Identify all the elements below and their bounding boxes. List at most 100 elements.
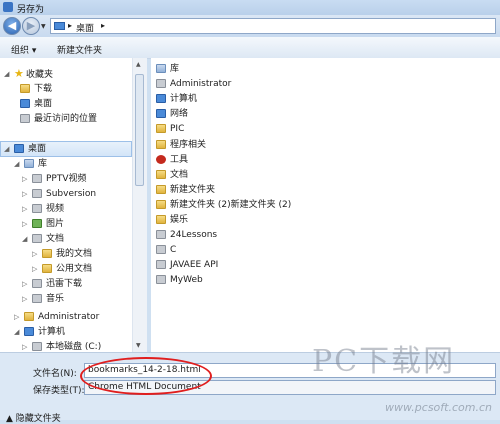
nav-item-local-disk[interactable]: ▷ 本地磁盘 (C:) bbox=[22, 340, 101, 352]
nav-scrollbar[interactable]: ▲ ▼ bbox=[132, 58, 147, 352]
chevron-right-icon[interactable]: ▸ bbox=[68, 21, 72, 30]
folder-icon bbox=[156, 169, 166, 179]
item-icon bbox=[156, 94, 166, 104]
library-icon bbox=[24, 159, 34, 168]
videos-icon bbox=[32, 204, 42, 213]
breadcrumb[interactable]: ▸ 桌面 ▸ bbox=[50, 18, 496, 34]
collapse-icon[interactable]: ◢ bbox=[14, 157, 19, 171]
subversion-icon bbox=[32, 189, 42, 198]
app-icon bbox=[3, 2, 13, 12]
scrollbar-thumb[interactable] bbox=[135, 74, 144, 186]
file-name: 新建文件夹 bbox=[170, 184, 216, 195]
folder-icon bbox=[42, 249, 52, 258]
item-icon bbox=[156, 260, 166, 270]
video-library-icon bbox=[32, 174, 42, 183]
navigation-pane[interactable]: ◢ ★ 收藏夹 下载 桌面 最近访问的位置 ◢ 桌面 ◢ 库 ▷ PPTV视频 ▷… bbox=[0, 58, 147, 352]
nav-item-administrator[interactable]: ▷ Administrator bbox=[14, 310, 99, 324]
nav-item-desktop[interactable]: 桌面 bbox=[20, 97, 52, 111]
nav-favorites[interactable]: ◢ ★ 收藏夹 bbox=[4, 67, 53, 81]
file-list-item[interactable]: 库 bbox=[156, 62, 179, 76]
nav-desktop-root[interactable]: ◢ 桌面 bbox=[4, 142, 46, 156]
folder-icon bbox=[156, 184, 166, 194]
new-folder-button[interactable]: 新建文件夹 bbox=[57, 43, 102, 56]
organize-button[interactable]: 组织 ▾ bbox=[11, 43, 36, 56]
expand-icon[interactable]: ▷ bbox=[32, 247, 37, 261]
nav-item-downloads[interactable]: 下载 bbox=[20, 82, 52, 96]
recent-places-icon bbox=[20, 114, 30, 123]
file-list-item[interactable]: 新建文件夹 bbox=[156, 183, 215, 197]
item-icon bbox=[156, 275, 166, 285]
collapse-icon[interactable]: ◢ bbox=[22, 232, 27, 246]
nav-label: PPTV视频 bbox=[46, 174, 87, 184]
breadcrumb-location[interactable]: 桌面 bbox=[76, 21, 94, 34]
history-dropdown-icon[interactable]: ▼ bbox=[41, 23, 46, 30]
folder-icon bbox=[156, 215, 166, 224]
nav-library[interactable]: ◢ 库 bbox=[14, 157, 47, 171]
file-name: 计算机 bbox=[170, 94, 198, 105]
nav-label: 计算机 bbox=[38, 327, 66, 337]
file-list-item[interactable]: 新建文件夹 (2)新建文件夹 (2) bbox=[156, 198, 291, 212]
nav-item-my-documents[interactable]: ▷ 我的文档 bbox=[32, 247, 92, 261]
nav-item-music[interactable]: ▷ 音乐 bbox=[22, 292, 64, 306]
forward-arrow-icon[interactable]: ▶ bbox=[22, 17, 40, 35]
downloads-icon bbox=[20, 84, 30, 93]
scroll-down-icon[interactable]: ▼ bbox=[136, 342, 141, 349]
file-list-item[interactable]: 计算机 bbox=[156, 92, 197, 106]
file-list[interactable]: 库 Administrator 计算机网络 PIC 程序相关 工具 文档新建文件夹新建文件夹… bbox=[151, 58, 500, 352]
file-list-item[interactable]: 程序相关 bbox=[156, 138, 206, 152]
file-list-item[interactable]: 文档 bbox=[156, 168, 188, 182]
nav-item-recent[interactable]: 最近访问的位置 bbox=[20, 112, 97, 126]
expand-icon[interactable]: ▷ bbox=[22, 217, 27, 231]
save-type-label: 保存类型(T): bbox=[33, 386, 85, 396]
file-list-item[interactable]: JAVAEE API bbox=[156, 258, 218, 272]
file-name: 24Lessons bbox=[170, 230, 218, 241]
nav-label: 迅雷下载 bbox=[46, 279, 83, 289]
file-list-item[interactable]: 工具 bbox=[156, 153, 188, 167]
nav-item-computer[interactable]: ◢ 计算机 bbox=[14, 325, 65, 339]
nav-item-pictures[interactable]: ▷ 图片 bbox=[22, 217, 64, 231]
nav-item-videos[interactable]: ▷ 视频 bbox=[22, 202, 64, 216]
nav-label: 最近访问的位置 bbox=[34, 114, 98, 124]
nav-item-public-documents[interactable]: ▷ 公用文档 bbox=[32, 262, 92, 276]
nav-item-pptv[interactable]: ▷ PPTV视频 bbox=[22, 172, 87, 186]
collapse-icon[interactable]: ◢ bbox=[4, 67, 9, 81]
hide-folders-button[interactable]: ▲ 隐藏文件夹 bbox=[6, 411, 61, 424]
file-list-item[interactable]: 娱乐 bbox=[156, 213, 188, 227]
expand-icon[interactable]: ▷ bbox=[22, 187, 27, 201]
nav-label: 库 bbox=[38, 159, 48, 169]
item-icon bbox=[156, 109, 166, 119]
expand-icon[interactable]: ▷ bbox=[14, 310, 19, 324]
address-bar: ◀ ▶ ▼ ▸ 桌面 ▸ bbox=[0, 15, 500, 37]
nav-label: 收藏夹 bbox=[26, 69, 54, 80]
chevron-right-icon[interactable]: ▸ bbox=[101, 21, 105, 30]
downloads-icon bbox=[32, 279, 42, 288]
file-list-item[interactable]: Administrator bbox=[156, 77, 231, 91]
nav-item-subversion[interactable]: ▷ Subversion bbox=[22, 187, 96, 201]
nav-item-documents[interactable]: ◢ 文档 bbox=[22, 232, 64, 246]
music-icon bbox=[32, 294, 42, 303]
command-toolbar: 组织 ▾ 新建文件夹 bbox=[0, 37, 500, 59]
nav-item-thunder-downloads[interactable]: ▷ 迅雷下载 bbox=[22, 277, 82, 291]
collapse-icon[interactable]: ◢ bbox=[14, 325, 19, 339]
expand-icon[interactable]: ▷ bbox=[22, 277, 27, 291]
collapse-icon[interactable]: ◢ bbox=[4, 142, 9, 156]
back-arrow-icon[interactable]: ◀ bbox=[3, 17, 21, 35]
file-list-item[interactable]: PIC bbox=[156, 122, 184, 136]
nav-label: Administrator bbox=[38, 312, 100, 322]
expand-icon[interactable]: ▷ bbox=[32, 262, 37, 276]
file-list-item[interactable]: C bbox=[156, 243, 176, 257]
expand-icon[interactable]: ▷ bbox=[22, 292, 27, 306]
expand-icon[interactable]: ▷ bbox=[22, 172, 27, 186]
file-list-item[interactable]: 网络 bbox=[156, 107, 188, 121]
nav-label: 本地磁盘 (C:) bbox=[46, 342, 102, 352]
expand-icon[interactable]: ▷ bbox=[22, 340, 27, 352]
file-list-item[interactable]: 24Lessons bbox=[156, 228, 217, 242]
desktop-icon bbox=[54, 22, 65, 30]
folder-icon bbox=[42, 264, 52, 273]
file-name: 新建文件夹 (2)新建文件夹 (2) bbox=[170, 199, 292, 210]
expand-icon[interactable]: ▷ bbox=[22, 202, 27, 216]
watermark-url: www.pcsoft.com.cn bbox=[385, 401, 492, 414]
hide-folders-label: 隐藏文件夹 bbox=[15, 414, 61, 424]
file-list-item[interactable]: MyWeb bbox=[156, 273, 203, 287]
scroll-up-icon[interactable]: ▲ bbox=[136, 61, 141, 68]
